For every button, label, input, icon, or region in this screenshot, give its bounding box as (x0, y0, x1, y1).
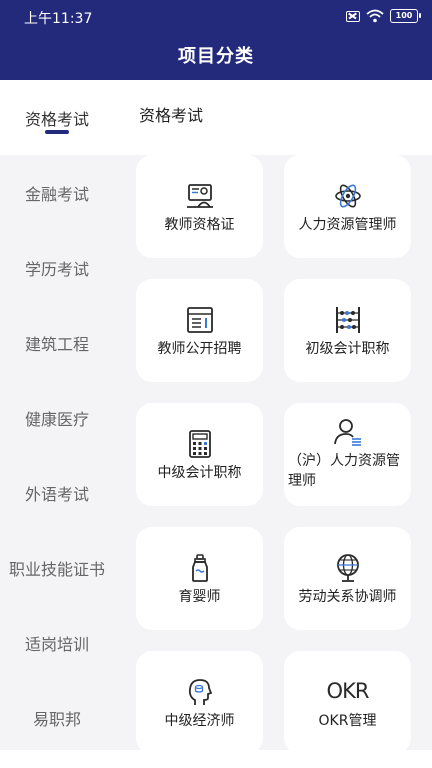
sidebar-item-label: 职业技能证书 (8, 559, 105, 579)
sidebar-item-education[interactable]: 学历考试 (0, 230, 114, 305)
bottom-strip (0, 750, 432, 768)
battery-icon: 100 (390, 9, 421, 23)
card-teacher-recruitment[interactable]: 教师公开招聘 (136, 279, 263, 382)
sidebar-item-label: 健康医疗 (24, 409, 89, 429)
card-label: 劳动关系协调师 (298, 589, 397, 605)
card-label: OKR管理 (318, 713, 377, 729)
card-hr-manager[interactable]: 人力资源管理师 (284, 155, 411, 258)
sidebar-item-training[interactable]: 适岗培训 (0, 605, 114, 680)
top-header: 上午11:37 100 项目分类 (0, 0, 432, 80)
card-childcare[interactable]: 育婴师 (136, 527, 263, 630)
card-teacher-certificate[interactable]: 教师资格证 (136, 155, 263, 258)
document-grid-icon (186, 307, 213, 333)
sidebar-item-health[interactable]: 健康医疗 (0, 380, 114, 455)
sidebar-item-label: 建筑工程 (24, 334, 89, 354)
person-list-icon (333, 419, 361, 446)
card-label: 中级会计职称 (157, 465, 242, 481)
sidebar-item-vocational[interactable]: 职业技能证书 (0, 530, 114, 605)
card-label: 初级会计职称 (305, 341, 390, 357)
sidebar-item-label: 外语考试 (24, 484, 89, 504)
baby-bottle-icon (191, 554, 208, 582)
sidebar-item-qualification[interactable]: 资格考试 (0, 80, 114, 155)
card-okr-management[interactable]: OKR OKR管理 (284, 651, 411, 754)
teacher-certificate-icon (186, 184, 213, 208)
card-junior-accountant[interactable]: 初级会计职称 (284, 279, 411, 382)
status-icons: 100 (346, 9, 421, 23)
sidebar-item-finance[interactable]: 金融考试 (0, 155, 114, 230)
card-label: （沪）人力资源管理师 (288, 453, 400, 489)
sidebar-item-language[interactable]: 外语考试 (0, 455, 114, 530)
wifi-icon (366, 9, 384, 23)
sidebar-item-label: 金融考试 (24, 184, 89, 204)
card-label: 教师资格证 (164, 217, 235, 233)
head-coin-icon (188, 679, 212, 705)
globe-icon (336, 554, 359, 582)
sidebar-item-label: 学历考试 (24, 259, 89, 279)
sidebar-item-label: 资格考试 (24, 109, 89, 129)
atom-icon (334, 184, 361, 208)
card-intermediate-economist[interactable]: 中级经济师 (136, 651, 263, 754)
section-title: 资格考试 (139, 106, 204, 125)
sidebar-item-label: 适岗培训 (24, 634, 89, 654)
page-title: 项目分类 (178, 46, 254, 67)
sidebar-item-construction[interactable]: 建筑工程 (0, 305, 114, 380)
category-sidebar: 资格考试 金融考试 学历考试 建筑工程 健康医疗 外语考试 职业技能证书 适岗培… (0, 80, 114, 768)
card-label: 教师公开招聘 (157, 341, 242, 357)
abacus-icon (335, 307, 360, 333)
okr-icon: OKR (326, 679, 370, 703)
card-label: 育婴师 (178, 589, 221, 605)
calculator-icon (188, 430, 211, 458)
active-indicator (45, 130, 69, 134)
card-intermediate-accountant[interactable]: 中级会计职称 (136, 403, 263, 506)
sidebar-item-label: 易职邦 (32, 709, 81, 729)
status-time: 上午11:37 (24, 11, 93, 27)
sidebar-item-yizhibang[interactable]: 易职邦 (0, 680, 114, 755)
card-labor-relations[interactable]: 劳动关系协调师 (284, 527, 411, 630)
card-shanghai-hr-manager[interactable]: （沪）人力资源管理师 (284, 403, 411, 506)
card-label: 中级经济师 (164, 713, 235, 729)
sim-card-icon (346, 10, 360, 22)
card-label: 人力资源管理师 (298, 217, 397, 233)
